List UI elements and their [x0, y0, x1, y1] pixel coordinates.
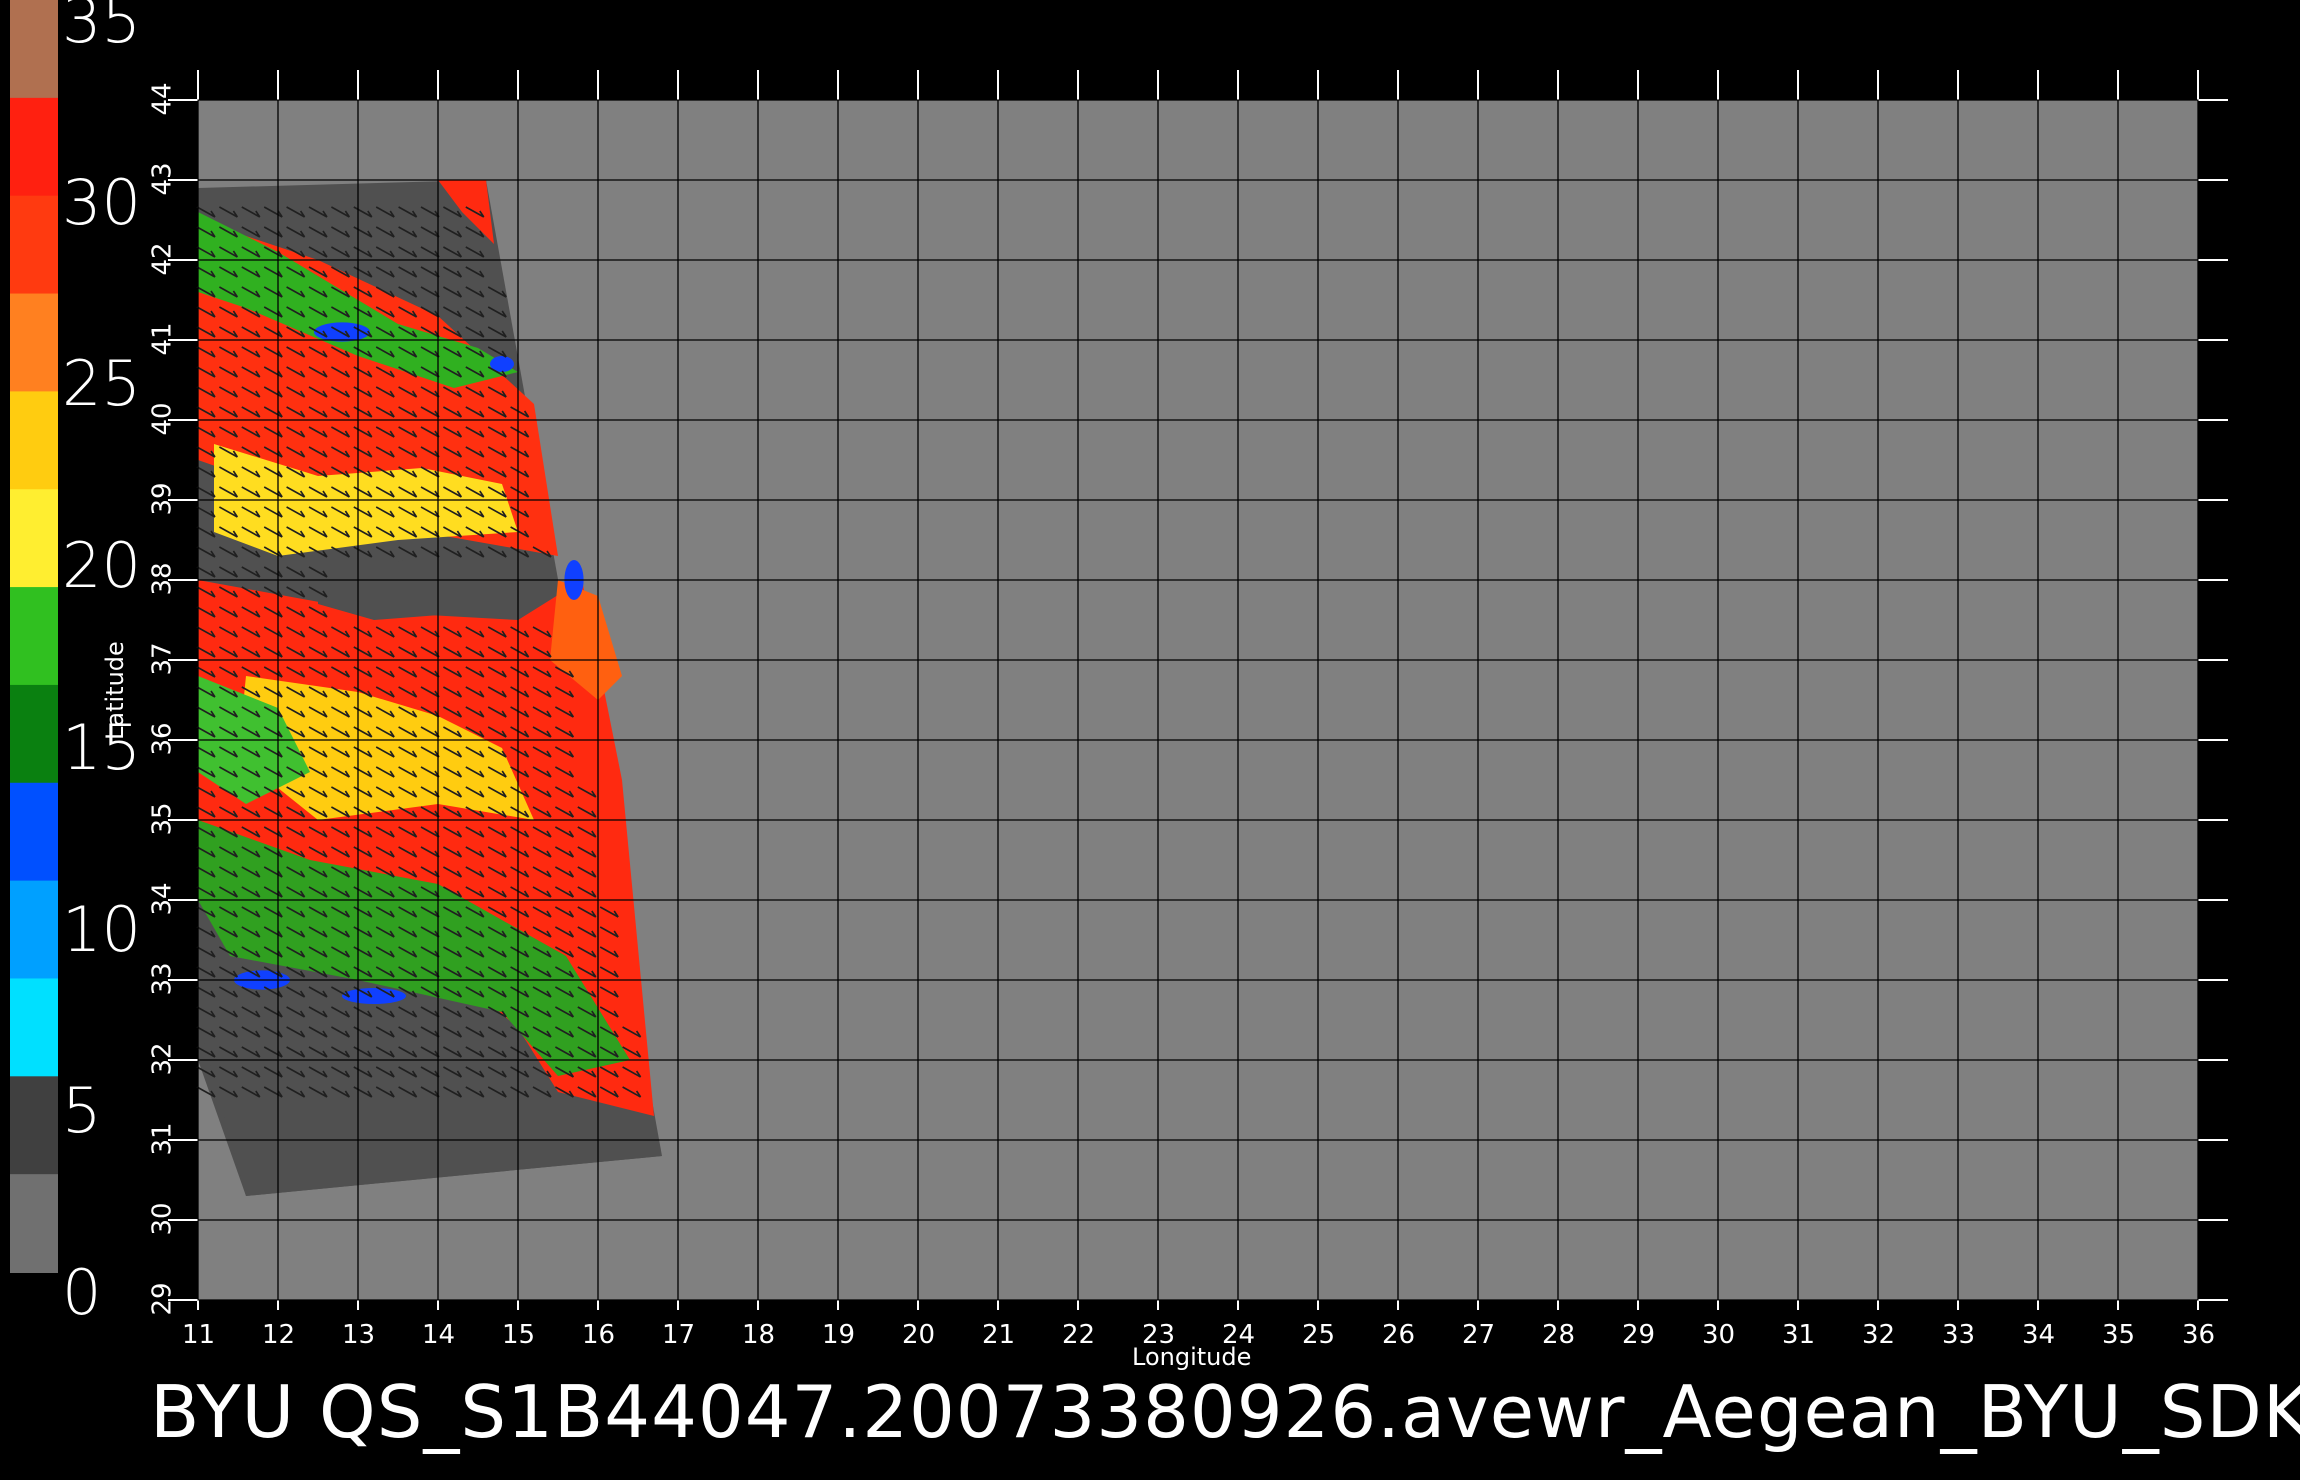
- colorbar-band: [10, 0, 58, 99]
- y-tick-label: 30: [147, 1202, 178, 1236]
- y-tick-label: 33: [147, 962, 178, 996]
- x-tick-label: 27: [1462, 1320, 1496, 1350]
- colorbar-band: [10, 978, 58, 1078]
- x-tick-label: 11: [182, 1320, 216, 1350]
- colorbar-band: [10, 1174, 58, 1273]
- x-tick-label: 30: [1702, 1320, 1736, 1350]
- y-tick-label: 40: [147, 402, 178, 436]
- y-tick-label: 41: [147, 322, 178, 356]
- y-tick-label: 42: [147, 242, 178, 276]
- colorbar-band: [10, 489, 58, 589]
- colorbar-tick-label: 0: [62, 1256, 102, 1329]
- plot-area: [10, 0, 2228, 1310]
- x-tick-label: 26: [1382, 1320, 1416, 1350]
- x-tick-label: 15: [502, 1320, 536, 1350]
- colorbar-band: [10, 587, 58, 686]
- y-tick-label: 39: [147, 482, 178, 516]
- colorbar-band: [10, 782, 58, 882]
- low-wind-patch: [342, 988, 406, 1004]
- y-tick-label: 44: [147, 82, 178, 116]
- x-tick-label: 14: [422, 1320, 456, 1350]
- x-tick-label: 33: [1942, 1320, 1976, 1350]
- colorbar-band: [10, 97, 58, 197]
- x-tick-label: 25: [1302, 1320, 1336, 1350]
- y-tick-label: 31: [147, 1122, 178, 1156]
- colorbar-tick-label: 20: [62, 529, 141, 603]
- colorbar-band: [10, 1076, 58, 1176]
- colorbar-band: [10, 391, 58, 491]
- y-tick-label: 36: [147, 722, 178, 756]
- colorbar-band: [10, 684, 58, 784]
- x-tick-label: 36: [2182, 1320, 2216, 1350]
- x-tick-label: 28: [1542, 1320, 1576, 1350]
- colorbar-tick-label: 30: [62, 165, 141, 239]
- x-tick-label: 21: [982, 1320, 1016, 1350]
- colorbar-tick-label: 10: [62, 892, 141, 966]
- y-tick-label: 32: [147, 1042, 178, 1076]
- x-tick-label: 13: [342, 1320, 376, 1350]
- x-axis-label: Longitude: [1132, 1343, 1252, 1371]
- x-tick-label: 12: [262, 1320, 296, 1350]
- y-tick-label: 29: [147, 1282, 178, 1316]
- colorbar-band: [10, 195, 58, 295]
- x-tick-label: 19: [822, 1320, 856, 1350]
- x-tick-label: 17: [662, 1320, 696, 1350]
- colorbar-band: [10, 293, 58, 393]
- x-tick-label: 35: [2102, 1320, 2136, 1350]
- y-tick-label: 43: [147, 162, 178, 196]
- x-tick-label: 29: [1622, 1320, 1656, 1350]
- y-tick-label: 37: [147, 642, 178, 676]
- x-tick-label: 16: [582, 1320, 616, 1350]
- y-tick-label: 38: [147, 562, 178, 596]
- x-tick-label: 34: [2022, 1320, 2056, 1350]
- colorbar-tick-label: 25: [62, 347, 141, 421]
- colorbar-tick-label: 5: [62, 1074, 102, 1148]
- x-tick-label: 22: [1062, 1320, 1096, 1350]
- footer-title: BYU QS_S1B44047.20073380926.avewr_Aegean…: [150, 1370, 2300, 1454]
- colorbar-band: [10, 880, 58, 980]
- y-tick-label: 35: [147, 802, 178, 836]
- y-tick-label: 34: [147, 882, 178, 916]
- x-tick-label: 32: [1862, 1320, 1896, 1350]
- x-tick-label: 18: [742, 1320, 776, 1350]
- x-tick-label: 20: [902, 1320, 936, 1350]
- colorbar-tick-label: 35: [62, 0, 141, 57]
- y-axis-label: Latitude: [101, 641, 129, 740]
- x-tick-label: 31: [1782, 1320, 1816, 1350]
